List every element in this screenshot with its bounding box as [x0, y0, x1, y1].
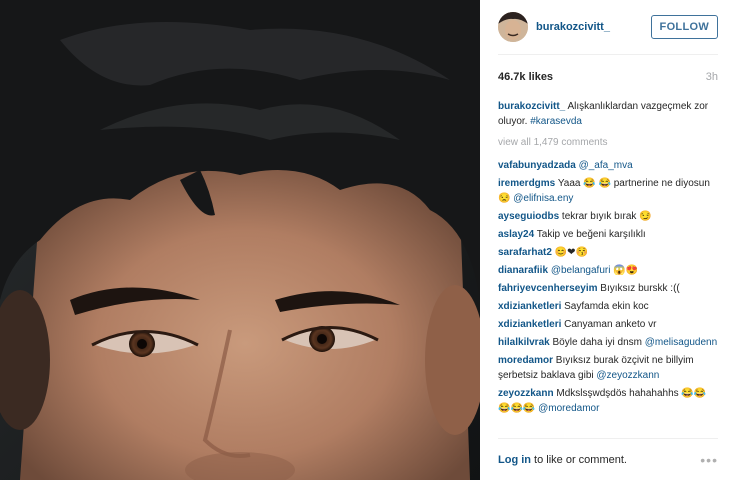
comment-username[interactable]: moredamor	[498, 355, 553, 366]
comment-item: sarafarhat2 😊❤😚	[498, 245, 718, 260]
post-photo[interactable]	[0, 0, 480, 480]
comment-item: vafabunyadzada @_afa_mva	[498, 158, 718, 173]
selfie-image	[0, 0, 480, 480]
comment-text: Sayfamda ekin koc	[564, 301, 649, 312]
login-prompt: Log in to like or comment.	[498, 454, 627, 466]
comment-mention[interactable]: @_afa_mva	[579, 160, 633, 171]
comment-username[interactable]: hilalkilvrak	[498, 337, 550, 348]
avatar-image	[498, 12, 528, 42]
caption-hashtag[interactable]: #karasevda	[530, 116, 582, 127]
comment-username[interactable]: ayseguiodbs	[498, 211, 559, 222]
comment-item: zeyozzkann Mdkslsşwdşdös hahahahhs 😂😂😂😂😂…	[498, 386, 718, 416]
comment-username[interactable]: fahriyevcenherseyim	[498, 283, 598, 294]
post-caption: burakozcivitt_ Alışkanlıklardan vazgeçme…	[498, 99, 718, 129]
instagram-post: burakozcivitt_ FOLLOW 46.7k likes 3h bur…	[0, 0, 730, 480]
caption-username[interactable]: burakozcivitt_	[498, 101, 565, 112]
comment-mention[interactable]: @belangafuri	[551, 265, 611, 276]
login-prompt-text: to like or comment.	[531, 453, 627, 466]
comment-username[interactable]: vafabunyadzada	[498, 160, 576, 171]
comment-text: Takip ve beğeni karşılıklı	[536, 229, 646, 240]
more-options-icon[interactable]: •••	[700, 452, 718, 468]
comment-username[interactable]: zeyozzkann	[498, 388, 554, 399]
view-all-comments-link[interactable]: view all 1,479 comments	[498, 135, 718, 150]
header-username[interactable]: burakozcivitt_	[536, 21, 651, 33]
comment-emoji: 😱😍	[610, 265, 639, 276]
follow-button[interactable]: FOLLOW	[650, 15, 718, 39]
comment-username[interactable]: xdizianketleri	[498, 301, 561, 312]
comment-item: moredamor Bıyıksız burak özçivit ne bill…	[498, 353, 718, 383]
comment-item: iremerdgms Yaaa 😂 😂 partnerine ne diyosu…	[498, 176, 718, 206]
comment-item: xdizianketleri Canyaman anketo vr	[498, 317, 718, 332]
comment-text: Böyle daha iyi dnsm	[552, 337, 645, 348]
comment-item: ayseguiodbs tekrar bıyık bırak 😏	[498, 209, 718, 224]
comment-item: hilalkilvrak Böyle daha iyi dnsm @melisa…	[498, 335, 718, 350]
comment-text: Canyaman anketo vr	[564, 319, 657, 330]
comment-item: xdizianketleri Sayfamda ekin koc	[498, 299, 718, 314]
post-meta: 46.7k likes 3h	[498, 55, 718, 91]
comment-mention[interactable]: @elifnisa.eny	[513, 193, 573, 204]
post-sidebar: burakozcivitt_ FOLLOW 46.7k likes 3h bur…	[480, 0, 730, 480]
post-time[interactable]: 3h	[706, 71, 718, 83]
post-footer: Log in to like or comment. •••	[498, 438, 718, 480]
comment-username[interactable]: aslay24	[498, 229, 534, 240]
avatar[interactable]	[498, 12, 528, 42]
comment-username[interactable]: dianarafiik	[498, 265, 548, 276]
comment-item: dianarafiik @belangafuri 😱😍	[498, 263, 718, 278]
comment-username[interactable]: sarafarhat2	[498, 247, 552, 258]
comment-item: fahriyevcenherseyim Bıyıksız burskk :((	[498, 281, 718, 296]
comment-text: tekrar bıyık bırak 😏	[561, 211, 652, 222]
likes-count[interactable]: 46.7k likes	[498, 71, 553, 83]
comment-username[interactable]: xdizianketleri	[498, 319, 561, 330]
comment-username[interactable]: iremerdgms	[498, 178, 555, 189]
comment-mention[interactable]: @zeyozzkann	[596, 370, 659, 381]
comment-text: 😊❤😚	[554, 247, 588, 258]
login-link[interactable]: Log in	[498, 454, 531, 466]
comment-mention[interactable]: @melisagudenn	[645, 337, 717, 348]
comment-item: aslay24 Takip ve beğeni karşılıklı	[498, 227, 718, 242]
comment-list: burakozcivitt_ Alışkanlıklardan vazgeçme…	[498, 91, 718, 438]
comment-mention[interactable]: @moredamor	[538, 403, 599, 414]
comment-text: Bıyıksız burskk :((	[600, 283, 680, 294]
post-header: burakozcivitt_ FOLLOW	[498, 0, 718, 55]
